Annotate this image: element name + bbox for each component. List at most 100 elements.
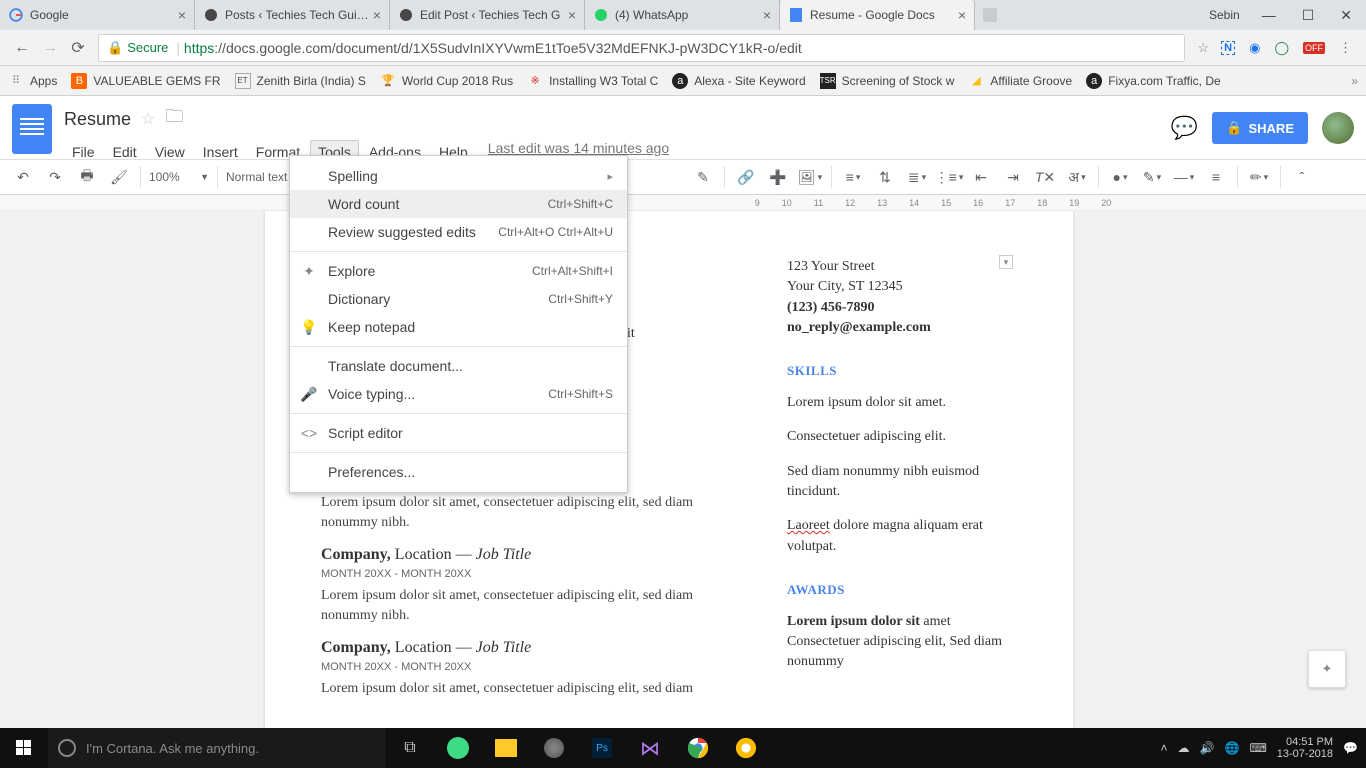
link-button[interactable]: 🔗 bbox=[733, 164, 759, 190]
menu-label: Keep notepad bbox=[328, 319, 415, 335]
apps-shortcut[interactable]: ⠿Apps bbox=[8, 73, 57, 89]
comments-icon[interactable]: 💬 bbox=[1171, 115, 1198, 141]
tray-overflow-icon[interactable]: ˄ bbox=[1161, 741, 1168, 755]
folder-icon[interactable]: 🗀 bbox=[165, 104, 183, 134]
indent-button[interactable]: ⇥ bbox=[1000, 164, 1026, 190]
start-button[interactable] bbox=[0, 728, 48, 768]
menu-dictionary[interactable]: Dictionary Ctrl+Shift+Y bbox=[290, 285, 627, 313]
taskbar-app-icon[interactable] bbox=[482, 728, 530, 768]
taskbar-app-icon[interactable] bbox=[530, 728, 578, 768]
fifa-icon: 🏆 bbox=[380, 73, 396, 89]
chrome-profile-name[interactable]: Sebin bbox=[1209, 8, 1240, 22]
bookmark-item[interactable]: BVALUEABLE GEMS FR bbox=[71, 73, 220, 89]
menu-script-editor[interactable]: <> Script editor bbox=[290, 419, 627, 447]
border-button[interactable]: ✎▾ bbox=[1139, 164, 1165, 190]
taskbar-chrome-canary-icon[interactable] bbox=[722, 728, 770, 768]
print-button[interactable]: 🖶 bbox=[74, 164, 100, 190]
image-button[interactable]: 🖼▾ bbox=[797, 164, 823, 190]
menu-translate[interactable]: Translate document... bbox=[290, 352, 627, 380]
action-center-icon[interactable]: 💬 bbox=[1343, 741, 1358, 755]
extension-icon[interactable]: N bbox=[1221, 41, 1235, 55]
border-dash-button[interactable]: ≡ bbox=[1203, 164, 1229, 190]
close-icon[interactable]: × bbox=[568, 7, 576, 23]
maximize-button[interactable]: ☐ bbox=[1298, 7, 1319, 24]
taskbar-chrome-icon[interactable] bbox=[674, 728, 722, 768]
bookmark-item[interactable]: ◢Affiliate Groove bbox=[968, 73, 1072, 89]
taskbar-app-icon[interactable]: Ps bbox=[578, 728, 626, 768]
bookmark-item[interactable]: 🏆World Cup 2018 Rus bbox=[380, 73, 513, 89]
text-color-button[interactable]: ●▾ bbox=[1107, 164, 1133, 190]
menu-word-count[interactable]: Word count Ctrl+Shift+C bbox=[290, 190, 627, 218]
outdent-button[interactable]: ⇤ bbox=[968, 164, 994, 190]
job-body: Lorem ipsum dolor sit amet, consectetuer… bbox=[321, 493, 751, 532]
menu-preferences[interactable]: Preferences... bbox=[290, 458, 627, 486]
bookmark-item[interactable]: ※Installing W3 Total C bbox=[527, 73, 658, 89]
extension-icon[interactable]: OFF bbox=[1303, 42, 1325, 54]
explore-fab[interactable]: ✦ bbox=[1308, 650, 1346, 688]
docs-logo-icon[interactable] bbox=[12, 104, 52, 154]
document-title[interactable]: Resume bbox=[64, 109, 131, 130]
bookmark-item[interactable]: aAlexa - Site Keyword bbox=[672, 73, 805, 89]
close-icon[interactable]: × bbox=[373, 7, 381, 23]
menu-spelling[interactable]: Spelling ▸ bbox=[290, 162, 627, 190]
redo-button[interactable]: ↷ bbox=[42, 164, 68, 190]
chrome-menu-icon[interactable]: ⋮ bbox=[1339, 40, 1352, 56]
task-view-button[interactable]: ⧉ bbox=[386, 728, 434, 768]
close-icon[interactable]: × bbox=[763, 7, 771, 23]
undo-button[interactable]: ↶ bbox=[10, 164, 36, 190]
tab-google[interactable]: Google × bbox=[0, 0, 195, 30]
clock[interactable]: 04:51 PM 13-07-2018 bbox=[1277, 736, 1333, 760]
account-avatar[interactable] bbox=[1322, 112, 1354, 144]
extension-icon[interactable]: ◯ bbox=[1274, 40, 1289, 56]
line-spacing-button[interactable]: ⇅ bbox=[872, 164, 898, 190]
omnibox[interactable]: 🔒 Secure | https://docs.google.com/docum… bbox=[98, 34, 1185, 62]
menu-review-suggested-edits[interactable]: Review suggested edits Ctrl+Alt+O Ctrl+A… bbox=[290, 218, 627, 246]
menu-explore[interactable]: ✦ Explore Ctrl+Alt+Shift+I bbox=[290, 257, 627, 285]
bookmarks-overflow[interactable]: » bbox=[1351, 74, 1358, 88]
tab-resume[interactable]: Resume - Google Docs × bbox=[780, 0, 975, 30]
onedrive-icon[interactable]: ☁ bbox=[1178, 741, 1190, 755]
new-tab-button[interactable] bbox=[975, 0, 1005, 30]
bookmark-item[interactable]: aFixya.com Traffic, De bbox=[1086, 73, 1220, 89]
groove-icon: ◢ bbox=[968, 73, 984, 89]
zoom-select[interactable]: 100%▼ bbox=[149, 170, 209, 184]
bookmark-item[interactable]: TSRScreening of Stock w bbox=[820, 73, 955, 89]
document-canvas[interactable]: ▾ 123 Your Street Your City, ST 12345 (1… bbox=[0, 211, 1366, 744]
menu-keep-notepad[interactable]: 💡 Keep notepad bbox=[290, 313, 627, 341]
minimize-button[interactable]: — bbox=[1258, 7, 1280, 23]
hide-menus-button[interactable]: ˆ bbox=[1289, 164, 1315, 190]
numbered-list-button[interactable]: ≣▾ bbox=[904, 164, 930, 190]
network-icon[interactable]: 🌐 bbox=[1224, 741, 1239, 755]
keyboard-icon[interactable]: ⌨ bbox=[1249, 741, 1266, 755]
skill-item: Lorem ipsum dolor sit amet. bbox=[787, 393, 1017, 413]
reload-button[interactable]: ⟳ bbox=[64, 34, 92, 62]
input-tools-button[interactable]: अ▾ bbox=[1064, 164, 1090, 190]
close-icon[interactable]: × bbox=[958, 7, 966, 23]
bookmark-item[interactable]: ETZenith Birla (India) S bbox=[235, 73, 366, 89]
tab-edit-post[interactable]: Edit Post ‹ Techies Tech G × bbox=[390, 0, 585, 30]
editing-mode-button[interactable]: ✏▾ bbox=[1246, 164, 1272, 190]
highlight-button[interactable]: ✎ bbox=[690, 164, 716, 190]
clear-format-button[interactable]: T✕ bbox=[1032, 164, 1058, 190]
back-button[interactable]: ← bbox=[8, 34, 36, 62]
star-bookmark-icon[interactable]: ☆ bbox=[1197, 40, 1209, 56]
comment-button[interactable]: ➕ bbox=[765, 164, 791, 190]
extension-icon[interactable]: ◉ bbox=[1249, 40, 1260, 56]
share-button[interactable]: 🔒 SHARE bbox=[1212, 112, 1308, 144]
cortana-search[interactable]: I'm Cortana. Ask me anything. bbox=[48, 728, 386, 768]
tab-posts[interactable]: Posts ‹ Techies Tech Guide × bbox=[195, 0, 390, 30]
border-weight-button[interactable]: —▾ bbox=[1171, 164, 1197, 190]
horizontal-ruler[interactable]: 9 10 11 12 13 14 15 16 17 18 19 20 bbox=[0, 195, 1366, 211]
align-button[interactable]: ≡▾ bbox=[840, 164, 866, 190]
close-window-button[interactable]: ✕ bbox=[1336, 7, 1356, 24]
tab-whatsapp[interactable]: (4) WhatsApp × bbox=[585, 0, 780, 30]
star-icon[interactable]: ☆ bbox=[141, 109, 155, 129]
menu-voice-typing[interactable]: 🎤 Voice typing... Ctrl+Shift+S bbox=[290, 380, 627, 408]
close-icon[interactable]: × bbox=[178, 7, 186, 23]
bulleted-list-button[interactable]: ⋮≡▾ bbox=[936, 164, 962, 190]
taskbar-app-icon[interactable]: ⋈ bbox=[626, 728, 674, 768]
taskbar-app-icon[interactable] bbox=[434, 728, 482, 768]
volume-icon[interactable]: 🔊 bbox=[1200, 741, 1215, 755]
paint-format-button[interactable]: 🖌 bbox=[106, 164, 132, 190]
forward-button[interactable]: → bbox=[36, 34, 64, 62]
